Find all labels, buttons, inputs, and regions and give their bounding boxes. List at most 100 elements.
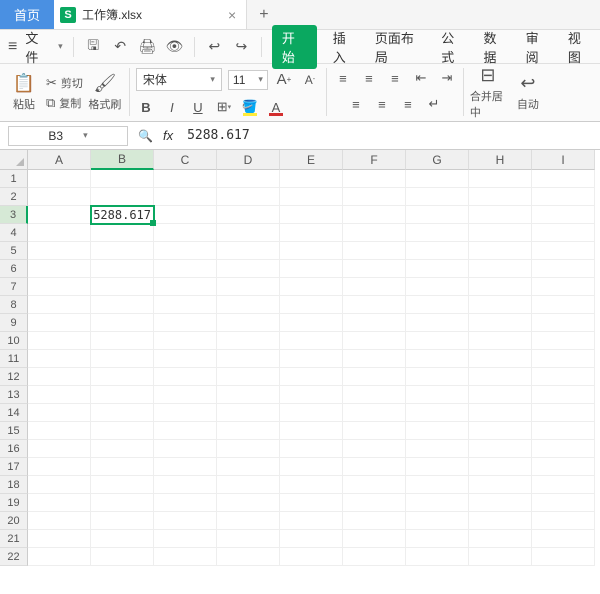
border-button[interactable]: ⊞▾	[214, 97, 234, 117]
cell-F4[interactable]	[343, 224, 406, 242]
cell-C10[interactable]	[154, 332, 217, 350]
cell-E1[interactable]	[280, 170, 343, 188]
cell-B19[interactable]	[91, 494, 154, 512]
cell-B10[interactable]	[91, 332, 154, 350]
cell-I7[interactable]	[532, 278, 595, 296]
font-size -select[interactable]: 11▾	[228, 70, 268, 90]
cell-C20[interactable]	[154, 512, 217, 530]
cell-A2[interactable]	[28, 188, 91, 206]
cell-F16[interactable]	[343, 440, 406, 458]
column-header-F[interactable]: F	[343, 150, 406, 170]
cell-G12[interactable]	[406, 368, 469, 386]
cell-D14[interactable]	[217, 404, 280, 422]
cell-D12[interactable]	[217, 368, 280, 386]
cell-G8[interactable]	[406, 296, 469, 314]
row-header-6[interactable]: 6	[0, 260, 28, 278]
cell-E9[interactable]	[280, 314, 343, 332]
column-header-C[interactable]: C	[154, 150, 217, 170]
cell-C6[interactable]	[154, 260, 217, 278]
row-header-15[interactable]: 15	[0, 422, 28, 440]
file-menu[interactable]: 文件	[25, 28, 50, 66]
cell-C8[interactable]	[154, 296, 217, 314]
row-header-7[interactable]: 7	[0, 278, 28, 296]
cell-H9[interactable]	[469, 314, 532, 332]
cell-F22[interactable]	[343, 548, 406, 566]
cell-E7[interactable]	[280, 278, 343, 296]
redo-icon[interactable]: ↪	[232, 37, 251, 57]
cell-H17[interactable]	[469, 458, 532, 476]
cell-A18[interactable]	[28, 476, 91, 494]
cell-B14[interactable]	[91, 404, 154, 422]
cell-E13[interactable]	[280, 386, 343, 404]
cell-C15[interactable]	[154, 422, 217, 440]
row-header-5[interactable]: 5	[0, 242, 28, 260]
cell-D15[interactable]	[217, 422, 280, 440]
cell-A1[interactable]	[28, 170, 91, 188]
cell-H15[interactable]	[469, 422, 532, 440]
cell-H7[interactable]	[469, 278, 532, 296]
cell-E16[interactable]	[280, 440, 343, 458]
row-header-9[interactable]: 9	[0, 314, 28, 332]
cell-C1[interactable]	[154, 170, 217, 188]
cell-H11[interactable]	[469, 350, 532, 368]
cell-H18[interactable]	[469, 476, 532, 494]
cell-C22[interactable]	[154, 548, 217, 566]
cell-F18[interactable]	[343, 476, 406, 494]
cell-B15[interactable]	[91, 422, 154, 440]
cell-E11[interactable]	[280, 350, 343, 368]
cell-F14[interactable]	[343, 404, 406, 422]
row-header-1[interactable]: 1	[0, 170, 28, 188]
cell-B7[interactable]	[91, 278, 154, 296]
cell-H12[interactable]	[469, 368, 532, 386]
cell-A17[interactable]	[28, 458, 91, 476]
paste-button[interactable]: 📋 粘贴	[6, 73, 42, 112]
cell-D3[interactable]	[217, 206, 280, 224]
cell-A5[interactable]	[28, 242, 91, 260]
row-header-18[interactable]: 18	[0, 476, 28, 494]
cell-H14[interactable]	[469, 404, 532, 422]
italic-button[interactable]: I	[162, 97, 182, 117]
cell-C4[interactable]	[154, 224, 217, 242]
cell-H4[interactable]	[469, 224, 532, 242]
cell-F12[interactable]	[343, 368, 406, 386]
cell-C13[interactable]	[154, 386, 217, 404]
cell-E10[interactable]	[280, 332, 343, 350]
cell-H1[interactable]	[469, 170, 532, 188]
row-header-22[interactable]: 22	[0, 548, 28, 566]
cell-G14[interactable]	[406, 404, 469, 422]
cell-A16[interactable]	[28, 440, 91, 458]
cell-A3[interactable]	[28, 206, 91, 224]
column-header-B[interactable]: B	[91, 150, 154, 170]
cut-button[interactable]: ✂剪切	[46, 75, 83, 91]
column-header-A[interactable]: A	[28, 150, 91, 170]
cell-B9[interactable]	[91, 314, 154, 332]
cell-E21[interactable]	[280, 530, 343, 548]
row-header-16[interactable]: 16	[0, 440, 28, 458]
cell-A13[interactable]	[28, 386, 91, 404]
cell-D21[interactable]	[217, 530, 280, 548]
hamburger-icon[interactable]: ≡	[8, 38, 17, 56]
cell-F15[interactable]	[343, 422, 406, 440]
cell-A9[interactable]	[28, 314, 91, 332]
print-icon[interactable]: 🖨	[138, 37, 157, 57]
preview-icon[interactable]: 👁	[165, 37, 184, 57]
close-tab-button[interactable]: ×	[228, 7, 236, 23]
format-painter-button[interactable]: 🖌 格式刷	[87, 73, 123, 112]
row-header-21[interactable]: 21	[0, 530, 28, 548]
cell-B17[interactable]	[91, 458, 154, 476]
cell-B4[interactable]	[91, 224, 154, 242]
cell-G17[interactable]	[406, 458, 469, 476]
cell-I17[interactable]	[532, 458, 595, 476]
select-all-corner[interactable]	[0, 150, 28, 170]
undo-icon[interactable]: ↶	[111, 37, 130, 57]
cell-B18[interactable]	[91, 476, 154, 494]
cell-H5[interactable]	[469, 242, 532, 260]
start-tab[interactable]: 开始	[272, 25, 317, 69]
cell-B1[interactable]	[91, 170, 154, 188]
cell-I16[interactable]	[532, 440, 595, 458]
column-header-H[interactable]: H	[469, 150, 532, 170]
cell-D19[interactable]	[217, 494, 280, 512]
cell-B12[interactable]	[91, 368, 154, 386]
cell-F2[interactable]	[343, 188, 406, 206]
cell-B5[interactable]	[91, 242, 154, 260]
